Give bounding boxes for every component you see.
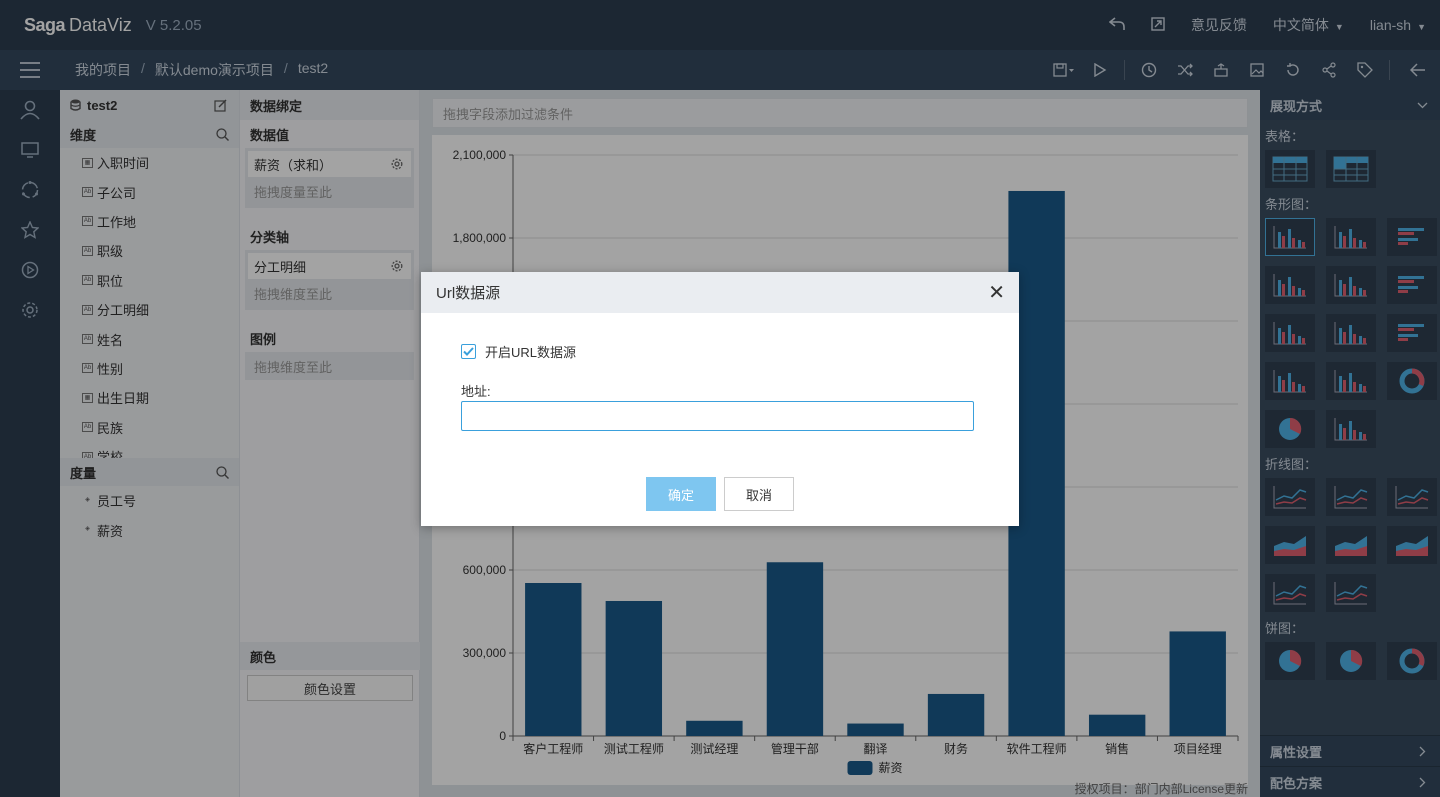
url-datasource-dialog: Url数据源 ✕ 开启URL数据源 地址: 确定 取消 xyxy=(421,272,1019,526)
address-label: 地址: xyxy=(461,384,491,399)
enable-url-row: 开启URL数据源 xyxy=(461,342,979,361)
dialog-header: Url数据源 ✕ xyxy=(421,272,1019,313)
dialog-body: 开启URL数据源 地址: xyxy=(421,342,1019,431)
confirm-button[interactable]: 确定 xyxy=(646,477,716,511)
dialog-buttons: 确定 取消 xyxy=(421,477,1019,511)
enable-url-checkbox[interactable] xyxy=(461,344,476,359)
check-icon xyxy=(463,347,474,356)
enable-url-label: 开启URL数据源 xyxy=(485,345,577,360)
cancel-button[interactable]: 取消 xyxy=(724,477,794,511)
dialog-title: Url数据源 xyxy=(436,285,501,302)
address-input[interactable] xyxy=(461,401,974,431)
close-icon[interactable]: ✕ xyxy=(988,280,1005,305)
